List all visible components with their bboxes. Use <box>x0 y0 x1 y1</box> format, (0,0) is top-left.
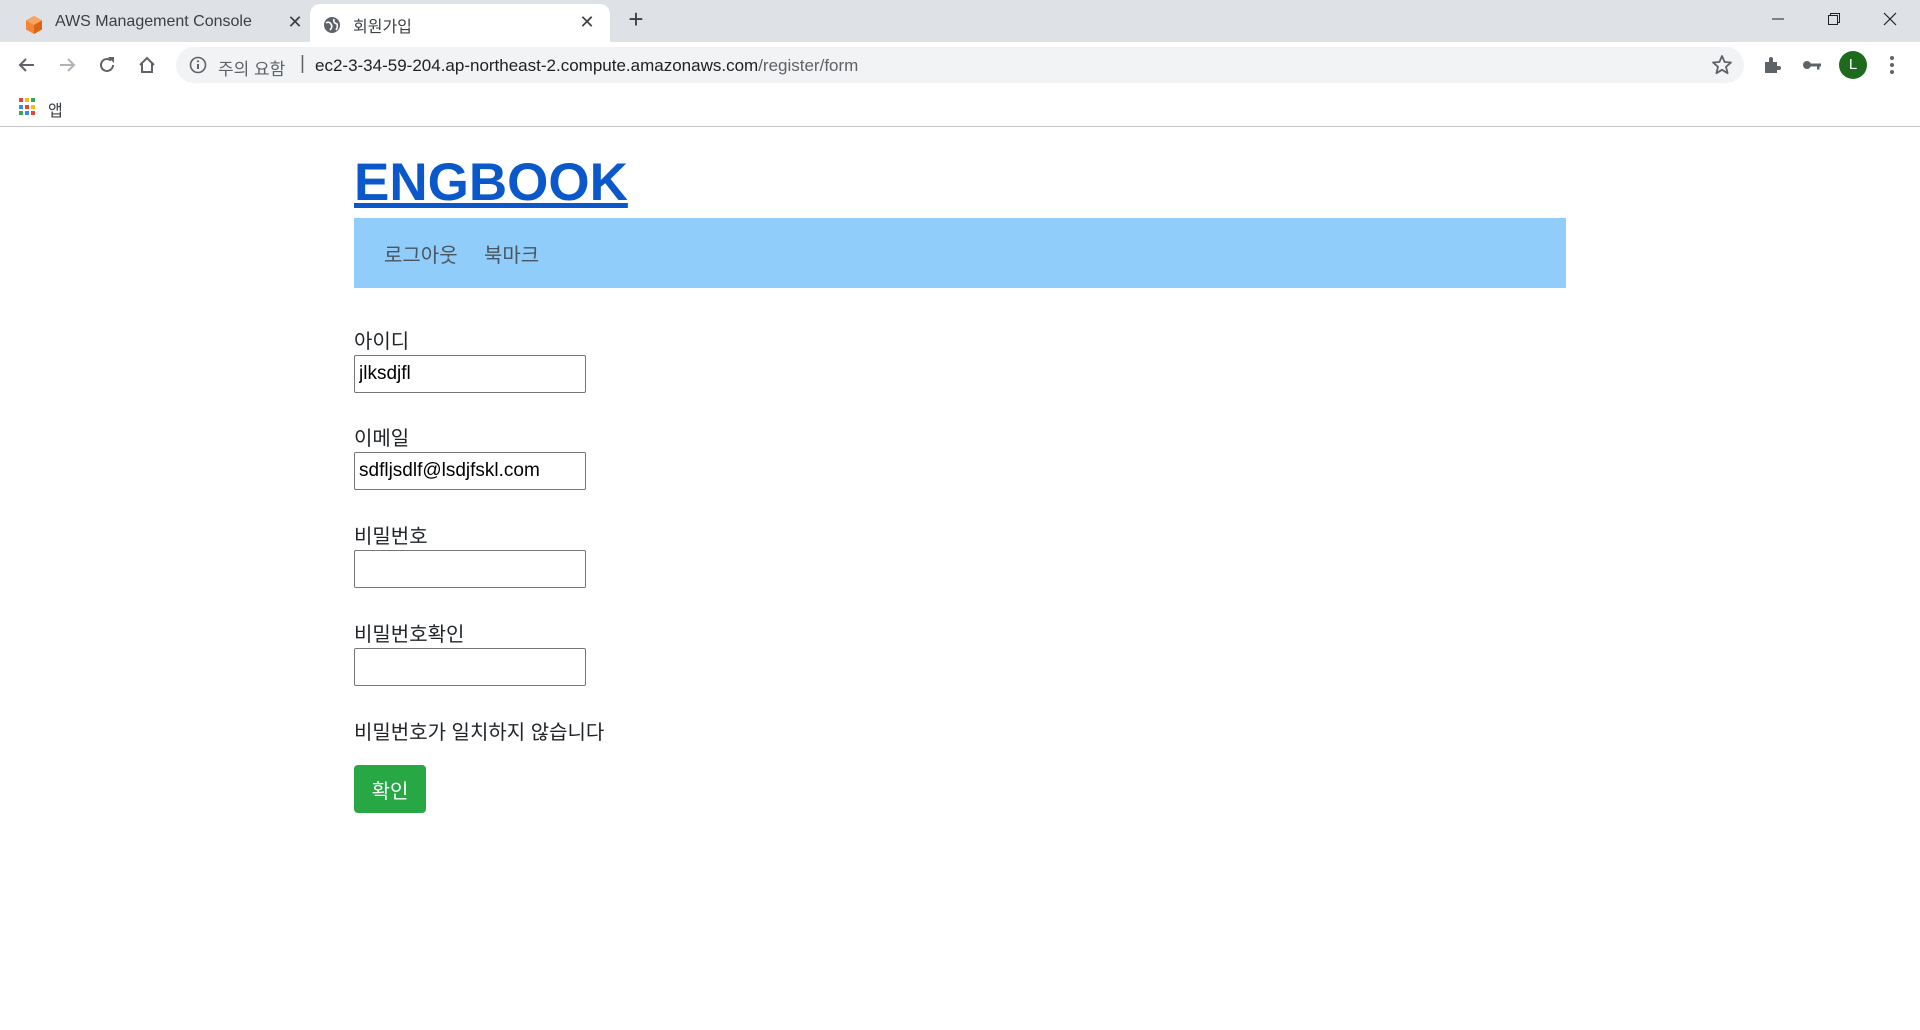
password-label: 비밀번호 <box>354 526 428 548</box>
omnibox-separator: | <box>300 53 305 74</box>
profile-avatar[interactable]: L <box>1839 51 1867 79</box>
home-icon[interactable] <box>133 51 161 79</box>
url-path: /register/form <box>758 56 859 75</box>
back-icon[interactable] <box>13 51 41 79</box>
aws-cube-icon <box>24 15 44 35</box>
password-mismatch-message: 비밀번호가 일치하지 않습니다 <box>354 722 605 744</box>
minimize-icon[interactable] <box>1750 0 1806 38</box>
submit-button[interactable]: 확인 <box>354 765 426 813</box>
restore-icon[interactable] <box>1806 0 1862 38</box>
security-warning[interactable]: 주의 요함 <box>218 55 285 80</box>
forward-icon[interactable] <box>53 51 81 79</box>
close-tab-icon[interactable]: ✕ <box>576 11 598 33</box>
address-bar[interactable]: 주의 요함 | ec2-3-34-59-204.ap-northeast-2.c… <box>176 47 1744 83</box>
info-icon[interactable] <box>188 55 208 75</box>
nav-logout-link[interactable]: 로그아웃 <box>384 239 458 268</box>
tab-title: AWS Management Console <box>55 13 252 30</box>
email-input[interactable] <box>354 452 586 490</box>
apps-icon[interactable] <box>19 98 37 116</box>
reload-icon[interactable] <box>93 51 121 79</box>
tab-aws-management-console[interactable]: AWS Management Console ✕ <box>12 4 310 42</box>
browser-toolbar: 주의 요함 | ec2-3-34-59-204.ap-northeast-2.c… <box>0 42 1920 88</box>
site-brand-link[interactable]: ENGBOOK <box>354 152 628 213</box>
tab-register[interactable]: 회원가입 ✕ <box>310 4 610 42</box>
apps-label[interactable]: 앱 <box>48 97 63 121</box>
bookmarks-bar: 앱 <box>0 88 1920 127</box>
site-navbar: 로그아웃 북마크 <box>354 218 1566 288</box>
extensions-icon[interactable] <box>1758 51 1786 79</box>
new-tab-button[interactable]: + <box>622 6 650 34</box>
browser-tab-strip: AWS Management Console ✕ 회원가입 ✕ + <box>0 0 1920 42</box>
tab-title: 회원가입 <box>353 19 412 36</box>
close-tab-icon[interactable]: ✕ <box>284 11 306 33</box>
nav-bookmark-link[interactable]: 북마크 <box>484 239 539 268</box>
url-host: ec2-3-34-59-204.ap-northeast-2.compute.a… <box>315 56 759 75</box>
close-window-icon[interactable] <box>1862 0 1918 38</box>
more-icon[interactable] <box>1878 51 1906 79</box>
id-input[interactable] <box>354 355 586 393</box>
url-text[interactable]: ec2-3-34-59-204.ap-northeast-2.compute.a… <box>315 56 858 76</box>
email-label: 이메일 <box>354 428 410 450</box>
star-icon[interactable] <box>1710 53 1734 77</box>
id-label: 아이디 <box>354 331 410 353</box>
globe-icon <box>322 15 342 35</box>
password-input[interactable] <box>354 550 586 588</box>
password-confirm-input[interactable] <box>354 648 586 686</box>
key-icon[interactable] <box>1798 51 1826 79</box>
password-confirm-label: 비밀번호확인 <box>354 624 465 646</box>
